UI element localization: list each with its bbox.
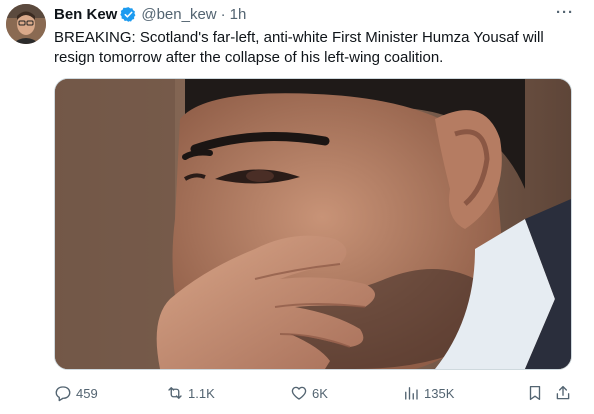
tweet-timestamp[interactable]: 1h — [230, 6, 247, 23]
verified-badge-icon — [120, 6, 137, 23]
bookmark-button[interactable] — [526, 384, 544, 407]
tweet-media-image[interactable] — [54, 78, 572, 370]
repost-count: 1.1K — [188, 385, 215, 401]
author-display-name[interactable]: Ben Kew — [54, 6, 117, 23]
views-count: 135K — [424, 385, 455, 401]
reply-button[interactable]: 459 — [54, 382, 98, 404]
reply-count: 459 — [76, 385, 98, 401]
bookmark-icon — [529, 385, 541, 401]
tweet-header: Ben Kew @ben_kew · 1h — [54, 5, 246, 23]
tweet[interactable]: Ben Kew @ben_kew · 1h ··· BREAKING: Scot… — [0, 0, 594, 414]
share-button[interactable] — [554, 384, 572, 407]
share-icon — [556, 385, 570, 400]
like-button[interactable]: 6K — [290, 382, 328, 404]
heart-icon — [291, 386, 307, 400]
views-chart-icon — [405, 387, 418, 400]
author-handle[interactable]: @ben_kew — [141, 6, 216, 23]
separator-dot: · — [220, 5, 226, 23]
views-button[interactable]: 135K — [402, 382, 454, 404]
repost-button[interactable]: 1.1K — [166, 382, 215, 404]
reply-icon — [55, 386, 71, 402]
more-options-icon[interactable]: ··· — [556, 4, 574, 21]
like-count: 6K — [312, 385, 328, 401]
tweet-text: BREAKING: Scotland's far-left, anti-whit… — [54, 29, 544, 66]
repost-icon — [168, 387, 182, 399]
avatar[interactable] — [6, 4, 46, 44]
tweet-actions-bar: 459 1.1K 6K 135K — [54, 382, 572, 404]
